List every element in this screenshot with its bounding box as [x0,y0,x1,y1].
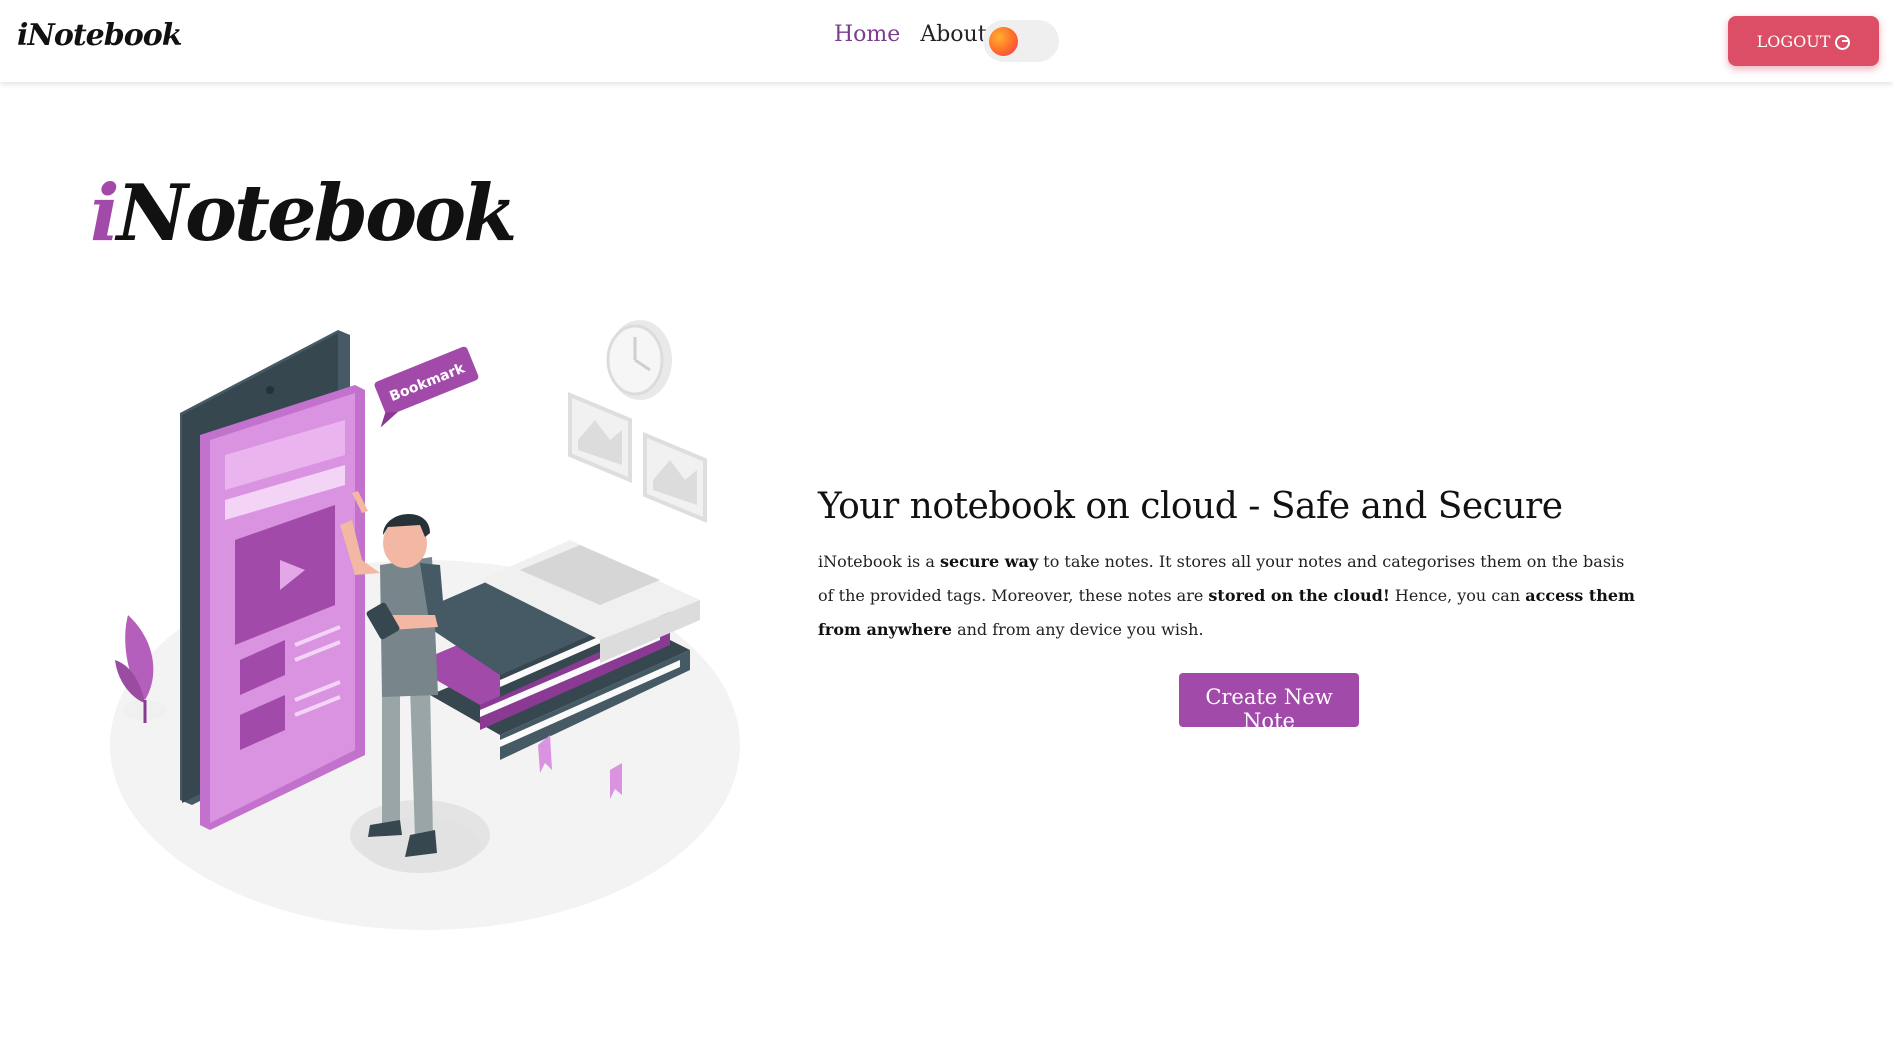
desc-part-4: and from any device you wish. [951,620,1204,639]
bookmark-tag: Bookmark [374,346,479,428]
desc-bold-1: secure way [939,552,1039,571]
create-new-note-button[interactable]: Create New Note [1179,673,1359,733]
logout-icon [1835,34,1851,50]
brand-logo[interactable]: iNotebook [17,18,183,53]
hero-content: Your notebook on cloud - Safe and Secure… [818,486,1638,733]
nav-about-link[interactable]: About [920,22,986,47]
hero-logo: iNotebook [90,175,517,253]
hero-description: iNotebook is a secure way to take notes.… [818,545,1638,647]
desc-part-3: Hence, you can [1389,586,1526,605]
desc-part-1: iNotebook is a [818,552,940,571]
cta-wrapper: Create New Note [818,673,1638,733]
navbar: iNotebook Home About LOGOUT [0,0,1893,82]
theme-toggle[interactable] [983,20,1059,62]
picture-frame-icon [568,392,707,523]
hero-illustration: Bookmark [110,320,740,930]
desc-bold-2: stored on the cloud! [1208,586,1390,605]
theme-toggle-knob [989,27,1018,56]
nav-links: Home About [834,22,1007,47]
nav-home-link[interactable]: Home [834,22,900,47]
clock-icon [606,320,672,400]
hero-headline: Your notebook on cloud - Safe and Secure [818,486,1563,527]
logout-button[interactable]: LOGOUT [1728,16,1879,66]
hero-logo-text: Notebook [116,168,518,259]
logout-label: LOGOUT [1756,31,1831,51]
hero-logo-i: i [90,168,120,259]
